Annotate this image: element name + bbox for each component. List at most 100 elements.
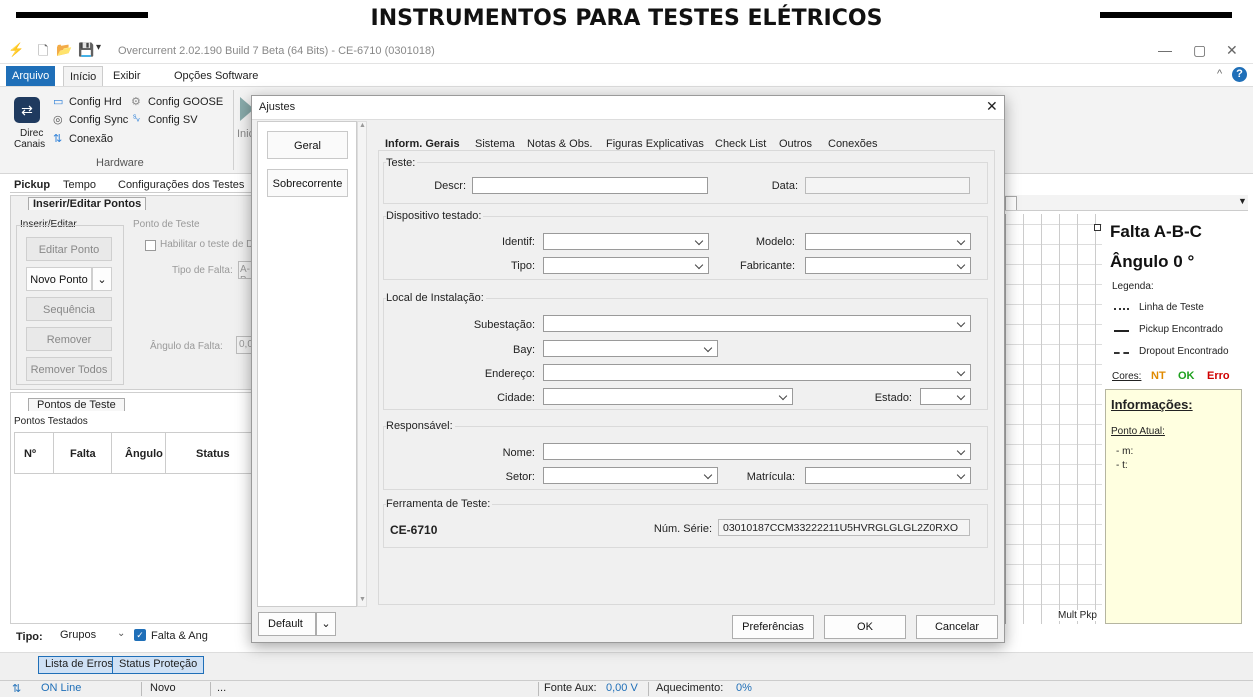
canais-label: Canais xyxy=(14,139,46,150)
help-icon[interactable]: ? xyxy=(1232,67,1247,82)
ponto-atual-label: Ponto Atual: xyxy=(1111,426,1165,437)
info-m: - m: xyxy=(1116,446,1134,457)
tipo-dialog-label: Tipo: xyxy=(510,260,535,272)
novo-ponto-button[interactable]: Novo Ponto xyxy=(26,267,92,291)
preferencias-button[interactable]: Preferências xyxy=(732,615,814,639)
data-input[interactable] xyxy=(805,177,970,194)
right-panel-dropdown-icon[interactable]: ▼ xyxy=(1238,196,1247,206)
tab-conexoes[interactable]: Conexões xyxy=(828,138,878,150)
matricula-select[interactable] xyxy=(805,467,971,484)
default-dropdown[interactable]: ⌄ xyxy=(316,612,336,636)
direc-canais-icon[interactable]: ⇄ xyxy=(14,97,40,123)
tab-check-list[interactable]: Check List xyxy=(715,138,766,150)
modelo-select[interactable] xyxy=(805,233,971,250)
remover-button[interactable]: Remover xyxy=(26,327,112,351)
col-divider-1 xyxy=(53,432,54,474)
remover-todos-button[interactable]: Remover Todos xyxy=(26,357,112,381)
menu-inicio[interactable]: Início xyxy=(63,66,104,86)
minimize-icon[interactable]: — xyxy=(1158,42,1172,58)
ok-button[interactable]: OK xyxy=(824,615,906,639)
tab-config-testes[interactable]: Configurações dos Testes xyxy=(118,179,244,191)
close-icon[interactable]: ✕ xyxy=(1226,42,1238,59)
ferramenta-group-label: Ferramenta de Teste: xyxy=(386,498,493,510)
tab-pickup[interactable]: Pickup xyxy=(14,179,50,191)
open-folder-icon[interactable]: 📂 xyxy=(56,42,72,58)
bay-select[interactable] xyxy=(543,340,718,357)
modelo-label: Modelo: xyxy=(755,236,795,248)
conexao-button[interactable]: Conexão xyxy=(69,133,113,145)
descr-input[interactable] xyxy=(472,177,708,194)
status-novo: Novo xyxy=(150,682,176,694)
side-scroll-up-icon[interactable]: ▲ xyxy=(359,122,366,129)
tab-status-protecao[interactable]: Status Proteção xyxy=(112,656,205,674)
side-scrollbar[interactable] xyxy=(357,121,367,607)
save-icon[interactable]: 💾 xyxy=(78,42,94,58)
tab-sistema[interactable]: Sistema xyxy=(475,138,515,150)
ferramenta-model: CE-6710 xyxy=(390,523,438,537)
falta-title: Falta A-B-C xyxy=(1110,222,1202,241)
characteristic-chart-grid[interactable] xyxy=(1005,214,1102,624)
estado-select[interactable] xyxy=(920,388,971,405)
config-sync-button[interactable]: Config Sync xyxy=(69,114,128,126)
falta-ang-checkbox[interactable]: ✓ xyxy=(134,629,146,641)
tipo-select-chevron-icon[interactable]: ⌄ xyxy=(117,628,125,639)
dialog-title: Ajustes xyxy=(259,101,296,113)
subestacao-label: Subestação: xyxy=(473,319,535,331)
collapse-ribbon-icon[interactable]: ^ xyxy=(1217,68,1222,80)
new-file-icon[interactable]: 🗋 xyxy=(38,42,48,64)
menu-opcoes-software[interactable]: Opções Software xyxy=(168,66,264,86)
tab-outros[interactable]: Outros xyxy=(779,138,812,150)
tab-inform-gerais[interactable]: Inform. Gerais xyxy=(385,138,460,150)
side-geral-button[interactable]: Geral xyxy=(267,131,348,159)
responsavel-group-label: Responsável: xyxy=(386,420,455,432)
fabricante-select[interactable] xyxy=(805,257,971,274)
default-button[interactable]: Default xyxy=(258,612,316,636)
quick-access-dropdown-icon[interactable]: ▾ xyxy=(96,42,101,53)
menu-exibir[interactable]: Exibir xyxy=(107,66,147,86)
subestacao-select[interactable] xyxy=(543,315,971,332)
inserir-tab[interactable]: Inserir/Editar Pontos xyxy=(28,197,147,210)
cidade-select[interactable] xyxy=(543,388,793,405)
num-serie-input[interactable]: 03010187CCM33222211U5HVRGLGLGL2Z0RXO xyxy=(718,519,970,536)
bay-label: Bay: xyxy=(512,344,535,356)
local-group-label: Local de Instalação: xyxy=(386,292,486,304)
tab-lista-erros[interactable]: Lista de Erros xyxy=(38,656,120,674)
side-sobrecorrente-button[interactable]: Sobrecorrente xyxy=(267,169,348,197)
identif-select[interactable] xyxy=(543,233,709,250)
endereco-select[interactable] xyxy=(543,364,971,381)
num-serie-label: Núm. Série: xyxy=(653,523,712,535)
angulo-falta-label: Ângulo da Falta: xyxy=(150,341,223,352)
config-sv-icon: ˢᵥ xyxy=(133,113,140,124)
pontos-tab[interactable]: Pontos de Teste xyxy=(28,398,125,411)
novo-ponto-dropdown[interactable]: ⌄ xyxy=(92,267,112,291)
habilitar-checkbox[interactable] xyxy=(145,240,156,251)
tab-figuras[interactable]: Figuras Explicativas xyxy=(606,138,704,150)
maximize-icon[interactable]: ▢ xyxy=(1193,42,1206,59)
aquecimento-label: Aquecimento: xyxy=(656,682,724,694)
side-scroll-down-icon[interactable]: ▼ xyxy=(359,596,366,603)
informacoes-title: Informações: xyxy=(1111,397,1193,412)
sequencia-button[interactable]: Sequência xyxy=(26,297,112,321)
tipo-falta-label: Tipo de Falta: xyxy=(172,265,233,276)
setor-select[interactable] xyxy=(543,467,718,484)
config-hrd-button[interactable]: Config Hrd xyxy=(69,96,122,108)
config-goose-button[interactable]: Config GOOSE xyxy=(148,96,223,108)
cores-ok: OK xyxy=(1178,370,1195,382)
chart-marker-icon xyxy=(1094,224,1101,231)
tab-notas-obs[interactable]: Notas & Obs. xyxy=(527,138,592,150)
cancelar-button[interactable]: Cancelar xyxy=(916,615,998,639)
editar-ponto-button[interactable]: Editar Ponto xyxy=(26,237,112,261)
config-sv-button[interactable]: Config SV xyxy=(148,114,198,126)
tipo-select[interactable]: Grupos xyxy=(56,627,116,645)
tab-tempo[interactable]: Tempo xyxy=(63,179,96,191)
app-logo-icon: ⚡ xyxy=(8,42,25,57)
right-tab-strip xyxy=(1005,195,1248,211)
tipo-label: Tipo: xyxy=(16,631,43,643)
menu-arquivo[interactable]: Arquivo xyxy=(6,66,56,86)
right-tab-stub[interactable] xyxy=(1005,196,1017,210)
conexao-icon: ⇅ xyxy=(53,133,63,145)
legend-dropout: Dropout Encontrado xyxy=(1139,346,1229,357)
nome-select[interactable] xyxy=(543,443,971,460)
dialog-close-icon[interactable]: ✕ xyxy=(986,98,998,115)
tipo-dialog-select[interactable] xyxy=(543,257,709,274)
